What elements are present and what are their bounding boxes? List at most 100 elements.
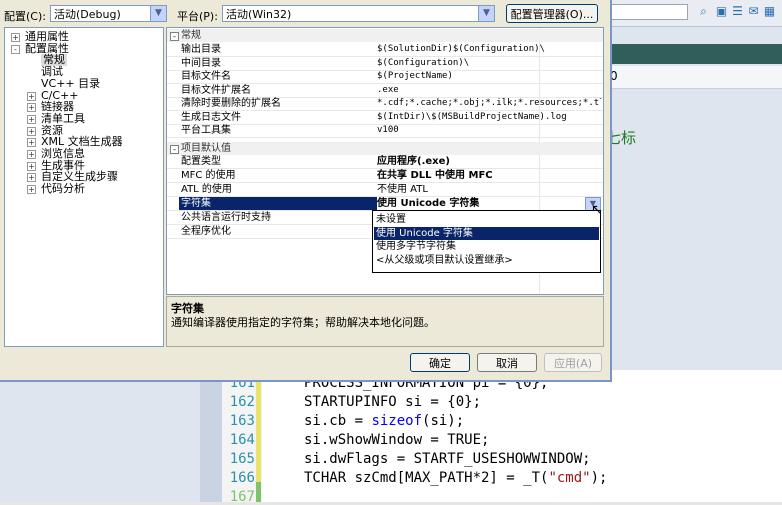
property-value[interactable]: $(IntDir)\$(MSBuildProjectName).log: [377, 111, 601, 124]
property-value[interactable]: $(SolutionDir)$(Configuration)\: [377, 43, 601, 56]
property-name: 目标文件名: [181, 71, 231, 82]
start-page-icon[interactable]: ▦: [762, 4, 777, 19]
mouse-cursor-icon: ↖: [591, 202, 603, 218]
expand-icon[interactable]: +: [27, 138, 36, 148]
line-number: 165: [229, 451, 255, 467]
grid-section-label: 项目默认值: [181, 143, 231, 154]
tree-item[interactable]: VC++ 目录: [41, 77, 100, 90]
chevron-down-icon[interactable]: ▼: [150, 6, 166, 21]
property-name: 公共语言运行时支持: [181, 212, 271, 223]
expand-icon[interactable]: +: [27, 185, 36, 195]
grid-row[interactable]: 清除时要删除的扩展名 *.cdf;*.cache;*.obj;*.ilk;*.re…: [167, 97, 603, 111]
line-number: 163: [229, 413, 255, 429]
expand-icon[interactable]: +: [27, 161, 36, 171]
property-name: 目标文件扩展名: [181, 84, 251, 96]
grid-row[interactable]: 目标文件名 $(ProjectName): [167, 70, 603, 84]
line-number: 166: [229, 470, 255, 486]
property-name: 字符集: [179, 197, 377, 210]
platform-combo-value: 活动(Win32): [226, 8, 292, 21]
code-line[interactable]: si.wShowWindow = TRUE;: [304, 432, 489, 448]
line-number: 164: [229, 432, 255, 448]
solution-explorer-icon[interactable]: ▣: [714, 4, 729, 19]
code-line[interactable]: si.dwFlags = STARTF_USESHOWWINDOW;: [304, 451, 591, 467]
dropdown-option[interactable]: 未设置: [374, 213, 599, 226]
string-token: "cmd": [548, 470, 591, 486]
dropdown-option[interactable]: 使用多字节字符集: [374, 240, 599, 253]
charset-dropdown-list[interactable]: 未设置 使用 Unicode 字符集 使用多字节字符集 <从父级或项目默认设置继承>: [372, 210, 601, 273]
expand-icon[interactable]: +: [27, 114, 36, 124]
ok-button[interactable]: 确定: [410, 353, 470, 372]
dropdown-option[interactable]: <从父级或项目默认设置继承>: [374, 254, 599, 267]
platform-label: 平台(P):: [177, 10, 218, 23]
grid-row[interactable]: 输出目录 $(SolutionDir)$(Configuration)\: [167, 43, 603, 57]
saved-change-indicator: [256, 482, 261, 502]
config-manager-button[interactable]: 配置管理器(O)...: [506, 4, 598, 23]
expand-icon[interactable]: +: [27, 150, 36, 159]
property-name: 配置类型: [181, 156, 221, 167]
toolbox-icon[interactable]: ✉: [746, 4, 761, 19]
grid-row[interactable]: ▼ 字符集 使用 Unicode 字符集: [167, 197, 603, 211]
expand-icon[interactable]: +: [11, 33, 20, 42]
property-value[interactable]: v100: [377, 124, 601, 137]
config-combo[interactable]: 活动(Debug) ▼: [50, 5, 167, 22]
grid-row[interactable]: 目标文件扩展名 .exe: [167, 84, 603, 98]
grid-section-header[interactable]: - 项目默认值: [167, 142, 603, 155]
line-number: 167: [229, 489, 255, 505]
properties-icon[interactable]: ☰: [730, 4, 745, 19]
property-value[interactable]: $(ProjectName): [377, 70, 601, 83]
property-name: 全程序优化: [181, 226, 231, 237]
property-value[interactable]: $(Configuration)\: [377, 57, 601, 70]
collapse-icon[interactable]: -: [11, 44, 20, 54]
property-name: MFC 的使用: [181, 170, 236, 181]
property-value[interactable]: *.cdf;*.cache;*.obj;*.ilk;*.resources;*.…: [377, 97, 601, 110]
property-value[interactable]: .exe: [377, 84, 601, 97]
config-combo-value: 活动(Debug): [54, 8, 121, 21]
property-name: 生成日志文件: [181, 111, 241, 123]
grid-row[interactable]: 平台工具集 v100: [167, 124, 603, 138]
grid-section-label: 常规: [181, 30, 201, 41]
cancel-button[interactable]: 取消: [477, 353, 537, 372]
property-name: 清除时要删除的扩展名: [181, 98, 281, 109]
property-value[interactable]: 使用 Unicode 字符集: [377, 197, 601, 210]
property-name: 输出目录: [181, 44, 221, 55]
expand-icon[interactable]: +: [27, 173, 36, 183]
code-line[interactable]: STARTUPINFO si = {0};: [304, 394, 481, 410]
grid-row[interactable]: 生成日志文件 $(IntDir)\$(MSBuildProjectName).lo…: [167, 111, 603, 125]
ide-ruler: 0: [610, 66, 782, 89]
dropdown-option[interactable]: 使用 Unicode 字符集: [374, 226, 599, 240]
tree-item[interactable]: 代码分析: [41, 183, 85, 195]
property-name: 中间目录: [181, 57, 221, 69]
chevron-down-icon[interactable]: ▼: [478, 6, 494, 21]
find-combo[interactable]: [610, 4, 688, 20]
editor-margin: [200, 370, 222, 502]
ide-tab-bar: [610, 44, 782, 64]
property-tree[interactable]: + 通用属性 - 配置属性 常规 调试 VC++ 目录 + C/C++ + 链接器 + 清单工具 + 资源 +…: [4, 27, 164, 347]
ide-toolbar: ⌕ ▣ ☰ ✉ ▦: [610, 0, 782, 27]
code-line[interactable]: TCHAR szCmd[MAX_PATH*2] = _T("cmd");: [304, 470, 607, 486]
property-name: 平台工具集: [181, 125, 231, 136]
grid-row[interactable]: 配置类型 应用程序(.exe): [167, 155, 603, 169]
property-pages-dialog: 配置(C): 活动(Debug) ▼ 平台(P): 活动(Win32) ▼ 配置…: [0, 0, 612, 382]
collapse-icon[interactable]: -: [170, 145, 179, 154]
description-text: 通知编译器使用指定的字符集；帮助解决本地化问题。: [171, 316, 435, 329]
keyword-token: sizeof: [371, 413, 423, 429]
grid-row[interactable]: ATL 的使用 不使用 ATL: [167, 183, 603, 197]
platform-combo[interactable]: 活动(Win32) ▼: [222, 5, 495, 22]
expand-icon[interactable]: +: [27, 103, 36, 113]
code-line[interactable]: si.cb = sizeof(si);: [304, 413, 464, 429]
property-value[interactable]: 不使用 ATL: [377, 183, 601, 196]
expand-icon[interactable]: +: [27, 91, 36, 101]
grid-row[interactable]: 中间目录 $(Configuration)\: [167, 57, 603, 71]
find-icon[interactable]: ⌕: [696, 4, 711, 19]
line-number: 162: [229, 394, 255, 410]
grid-section-header[interactable]: - 常规: [167, 29, 603, 42]
config-label: 配置(C):: [4, 10, 46, 23]
description-panel: 字符集 通知编译器使用指定的字符集；帮助解决本地化问题。: [166, 296, 604, 347]
property-name: ATL 的使用: [181, 184, 232, 195]
property-value[interactable]: 应用程序(.exe): [377, 155, 601, 168]
collapse-icon[interactable]: -: [170, 32, 179, 41]
grid-row[interactable]: MFC 的使用 在共享 DLL 中使用 MFC: [167, 169, 603, 183]
apply-button[interactable]: 应用(A): [544, 353, 602, 372]
expand-icon[interactable]: +: [27, 126, 36, 136]
property-value[interactable]: 在共享 DLL 中使用 MFC: [377, 169, 601, 182]
